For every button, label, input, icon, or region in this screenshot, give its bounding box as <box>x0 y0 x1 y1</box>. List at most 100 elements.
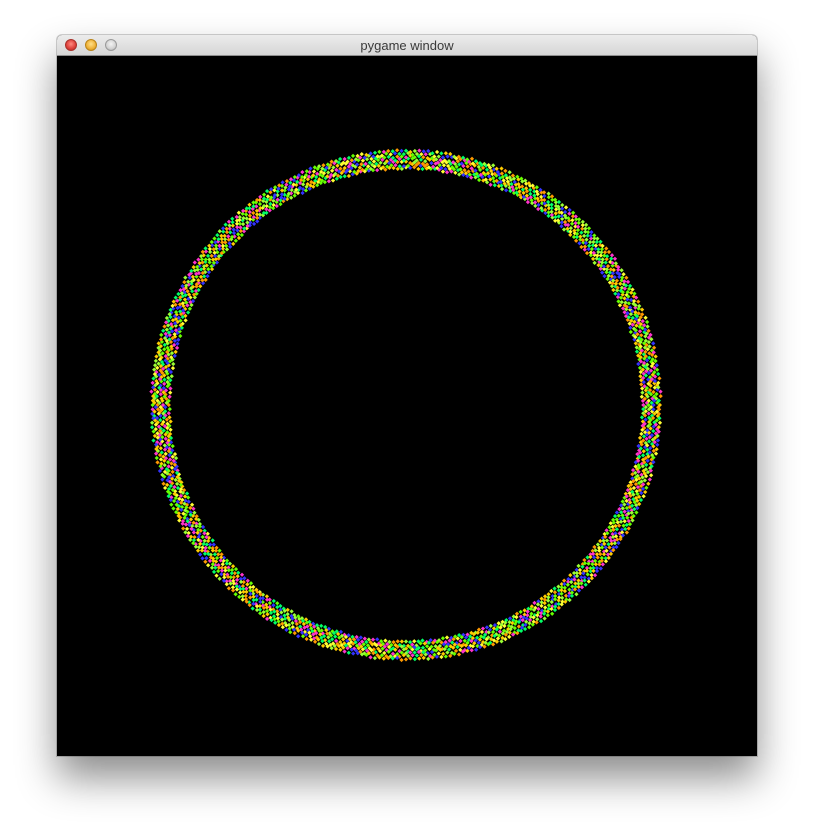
particle <box>222 575 227 580</box>
particle <box>600 257 605 262</box>
particle <box>575 224 581 229</box>
particle <box>647 477 652 482</box>
particle <box>586 226 592 231</box>
particle <box>591 568 596 573</box>
particle <box>491 163 496 168</box>
particle <box>240 597 245 602</box>
particle <box>279 188 285 193</box>
particle <box>233 238 238 243</box>
particle <box>162 324 167 329</box>
particle <box>499 166 504 171</box>
particle <box>300 190 305 196</box>
particle <box>216 569 221 574</box>
particle <box>576 217 582 222</box>
particle <box>320 643 326 649</box>
particle <box>288 630 293 635</box>
particle <box>609 253 615 258</box>
particle <box>290 620 295 626</box>
particle <box>311 169 317 174</box>
particle <box>545 199 551 205</box>
particle <box>534 185 539 190</box>
particle <box>172 353 177 358</box>
particle <box>264 188 270 194</box>
particle <box>646 481 651 486</box>
particle <box>591 551 596 556</box>
particle <box>582 578 587 583</box>
particle <box>634 510 639 515</box>
particle <box>577 241 582 246</box>
particle <box>562 209 568 215</box>
particle <box>533 203 538 208</box>
particle <box>631 485 637 491</box>
particle <box>375 637 380 642</box>
particle <box>255 215 260 221</box>
particle <box>289 609 294 614</box>
particle <box>528 191 533 197</box>
particle <box>538 619 544 624</box>
particle <box>250 606 255 611</box>
pygame-window: pygame window <box>57 35 757 756</box>
particle <box>272 617 277 622</box>
particle <box>200 524 206 530</box>
particle <box>539 600 544 605</box>
particle <box>556 598 561 603</box>
particle <box>201 541 206 547</box>
particle <box>561 227 567 232</box>
particle <box>643 489 648 495</box>
particle <box>173 349 178 354</box>
particle <box>576 220 581 226</box>
particle <box>224 582 229 587</box>
particle <box>639 307 645 312</box>
particle <box>292 193 297 198</box>
particle <box>628 325 633 330</box>
particle <box>403 639 409 644</box>
particle <box>231 227 236 232</box>
particle <box>226 234 231 239</box>
particle <box>207 257 212 262</box>
particle <box>292 174 297 180</box>
particle <box>582 244 588 249</box>
particle <box>604 254 610 259</box>
particle <box>612 541 618 546</box>
particle <box>238 579 244 585</box>
particle <box>580 564 585 569</box>
window-title: pygame window <box>360 38 454 53</box>
particle <box>227 241 232 246</box>
particle <box>150 380 155 385</box>
particle <box>529 198 534 203</box>
particle <box>321 163 326 168</box>
particle <box>271 603 276 608</box>
particle <box>518 609 523 615</box>
particle <box>636 361 641 367</box>
particle <box>612 256 618 261</box>
particle <box>182 280 187 285</box>
particle <box>614 544 619 550</box>
particle <box>244 216 249 221</box>
particle <box>412 657 418 662</box>
particle <box>536 606 541 612</box>
particle <box>611 287 616 293</box>
particle <box>444 635 450 640</box>
particle <box>507 170 512 175</box>
particle <box>507 634 512 639</box>
particle <box>159 332 164 337</box>
particle <box>599 246 605 252</box>
particle <box>219 233 224 238</box>
particle <box>230 588 236 593</box>
particle <box>239 232 244 238</box>
particle <box>553 214 558 220</box>
particle <box>589 576 594 581</box>
particle <box>590 256 596 261</box>
particle <box>359 151 364 157</box>
particle <box>414 653 420 658</box>
particle <box>596 247 601 252</box>
particle <box>161 481 166 486</box>
particle <box>576 588 582 593</box>
particle <box>178 333 183 339</box>
window-titlebar[interactable]: pygame window <box>57 35 757 56</box>
particle <box>247 217 253 222</box>
particle <box>593 548 598 553</box>
particle <box>603 559 609 564</box>
particle <box>186 279 191 284</box>
game-canvas[interactable] <box>57 56 757 756</box>
